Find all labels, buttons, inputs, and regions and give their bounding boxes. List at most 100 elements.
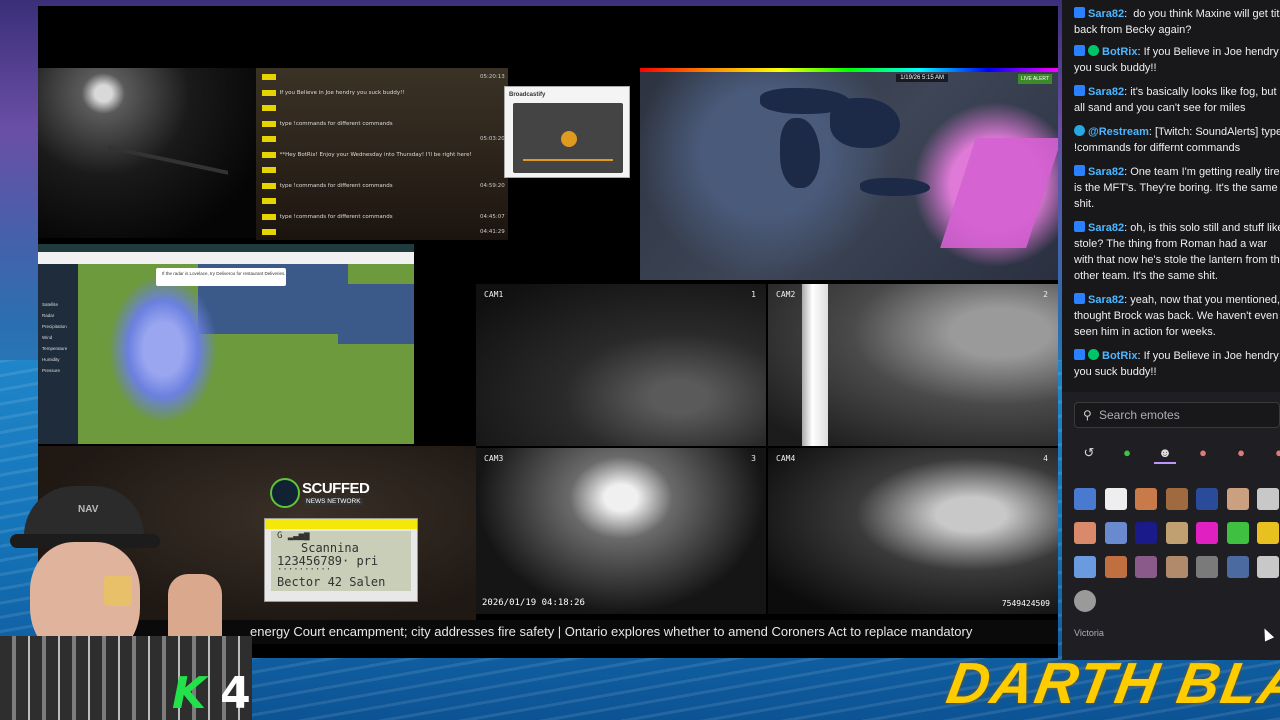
overlay-chat-line: If you Believe in Joe hendry you suck bu…	[262, 89, 405, 100]
chat-message: Sara82: it's basically looks like fog, b…	[1074, 84, 1280, 116]
channel-1-icon[interactable]: ☻	[1154, 442, 1176, 464]
layer-sidebar: Satellite Radar Precipitation Wind Temperatu…	[38, 264, 78, 444]
chat-username[interactable]: @Restream	[1088, 126, 1149, 138]
weather-radar-map: 1/19/26 5:15 AM LIVE ALERT	[640, 68, 1058, 280]
security-cam-4: CAM4 4 7549424509	[768, 448, 1058, 614]
platform-icon	[1074, 7, 1085, 18]
chat-username[interactable]: Sara82	[1088, 222, 1124, 234]
chat-username[interactable]: BotRix	[1102, 350, 1137, 362]
scuffed-news-logo: SCUFFED NEWS NETWORK	[270, 476, 370, 512]
chat-message: Sara82: oh, is this solo still and stuff…	[1074, 220, 1280, 284]
emote-item[interactable]	[1226, 488, 1249, 510]
emote-item[interactable]	[1196, 556, 1218, 578]
platform-icon	[1074, 85, 1085, 96]
scanner-line-2: Scannina	[301, 541, 359, 555]
chat-panel: Sara82: ⁣⁣ do you think Maxine will get …	[1062, 0, 1280, 392]
user-tag	[262, 213, 276, 220]
globe-icon	[270, 478, 300, 508]
emote-item[interactable]	[1165, 488, 1188, 510]
overlay-chat-line: type !commands for different commands	[262, 120, 393, 131]
chat-username[interactable]: Sara82	[1088, 86, 1124, 98]
emote-item[interactable]	[1074, 522, 1096, 544]
emote-item[interactable]	[1074, 556, 1096, 578]
scanner-top	[265, 519, 417, 529]
layer-option[interactable]: Wind	[42, 335, 52, 340]
overlay-chat-line: 05:03:20	[262, 136, 505, 146]
cam-id: 7549424509	[1001, 599, 1050, 608]
emote-item[interactable]	[1074, 488, 1096, 510]
overlay-chat-text: **Hey BotRix! Enjoy your Wednesday into …	[279, 151, 472, 158]
user-tag	[262, 182, 276, 189]
layer-option[interactable]: Humidity	[42, 357, 60, 362]
botrix-icon[interactable]: ●	[1116, 442, 1138, 464]
layer-option[interactable]: Temperature	[42, 346, 67, 351]
emote-item[interactable]	[1135, 522, 1157, 544]
volume-bar[interactable]	[523, 159, 613, 161]
chat-username[interactable]: Sara82	[1088, 166, 1124, 178]
emote-item[interactable]	[1074, 590, 1096, 612]
user-tag	[262, 120, 276, 127]
cam-number: 3	[751, 454, 756, 463]
emote-item[interactable]	[1226, 522, 1249, 544]
emote-item[interactable]	[1257, 556, 1279, 578]
user-tag	[262, 89, 276, 96]
cam-timestamp: 2026/01/19 04:18:26	[482, 598, 585, 608]
kick-number: 4	[220, 668, 251, 719]
overlay-chat-line	[262, 198, 280, 208]
recent-icon[interactable]: ↺	[1078, 442, 1100, 464]
emote-search-input[interactable]	[1099, 407, 1269, 423]
security-cam-1: CAM1 1	[476, 284, 766, 446]
kick-count: K4	[172, 668, 251, 719]
emote-item[interactable]	[1226, 556, 1249, 578]
channel-2-icon[interactable]: ●	[1192, 442, 1214, 464]
channel-4-icon[interactable]: ●	[1268, 442, 1280, 464]
emote-item[interactable]	[1104, 522, 1127, 544]
emote-item[interactable]	[1196, 522, 1218, 544]
emote-item[interactable]	[1165, 556, 1188, 578]
ad-banner[interactable]: If the radar is Lovelace, try Deliveroo …	[156, 268, 286, 286]
layer-option[interactable]: Precipitation	[42, 324, 67, 329]
chat-message: BotRix: If you Believe in Joe hendry you…	[1074, 348, 1280, 380]
player-area	[513, 103, 623, 173]
popup-title: Broadcastify	[509, 92, 546, 98]
europe-radar-map: Satellite Radar Precipitation Wind Temperatu…	[38, 244, 414, 444]
cam-number: 1	[751, 290, 756, 299]
chat-username[interactable]: BotRix	[1102, 46, 1137, 58]
channel-3-icon[interactable]: ●	[1230, 442, 1252, 464]
emote-item[interactable]	[1135, 488, 1157, 510]
layer-option[interactable]: Pressure	[42, 368, 60, 373]
platform-icon	[1074, 221, 1085, 232]
overlay-chat-line: type !commands for different commands 04:…	[262, 182, 505, 193]
overlay-chat-text: type !commands for different commands	[279, 120, 393, 127]
emote-item[interactable]	[1104, 556, 1127, 578]
user-tag	[262, 74, 276, 80]
emote-item[interactable]	[1165, 522, 1188, 544]
figurine	[104, 576, 132, 606]
ad-text: If the radar is Lovelace, try Deliveroo …	[162, 271, 286, 276]
verified-icon	[1088, 45, 1099, 56]
kick-logo: K	[172, 668, 207, 719]
emote-search-box[interactable]: ⚲	[1074, 402, 1280, 428]
map-timestamp: 1/19/26 5:15 AM	[896, 74, 948, 82]
user-tag	[262, 151, 276, 158]
emote-item[interactable]	[1257, 522, 1279, 544]
layer-option[interactable]: Satellite	[42, 302, 58, 307]
platform-icon	[1074, 293, 1085, 304]
overlay-chat-text: type !commands for different commands	[279, 213, 393, 220]
stop-button[interactable]	[561, 131, 577, 147]
verified-icon	[1088, 349, 1099, 360]
cam-number: 4	[1043, 454, 1048, 463]
chat-message: BotRix: If you Believe in Joe hendry you…	[1074, 44, 1280, 76]
emote-item[interactable]	[1104, 488, 1127, 510]
chat-username[interactable]: Sara82	[1088, 8, 1124, 20]
emote-item[interactable]	[1135, 556, 1157, 578]
chat-username[interactable]: Sara82	[1088, 294, 1124, 306]
emote-item[interactable]	[1257, 488, 1279, 510]
overlay-chat-line	[262, 105, 280, 115]
emote-tabs: ↺ ● ☻ ● ● ●	[1074, 442, 1280, 464]
chat-log-overlay: 05:20:13 If you Believe in Joe hendry yo…	[256, 68, 508, 240]
layer-option[interactable]: Radar	[42, 313, 54, 318]
overlay-chat-text: If you Believe in Joe hendry you suck bu…	[279, 89, 405, 96]
emote-item[interactable]	[1196, 488, 1218, 510]
overlay-chat-time: 04:45:07	[480, 213, 505, 220]
